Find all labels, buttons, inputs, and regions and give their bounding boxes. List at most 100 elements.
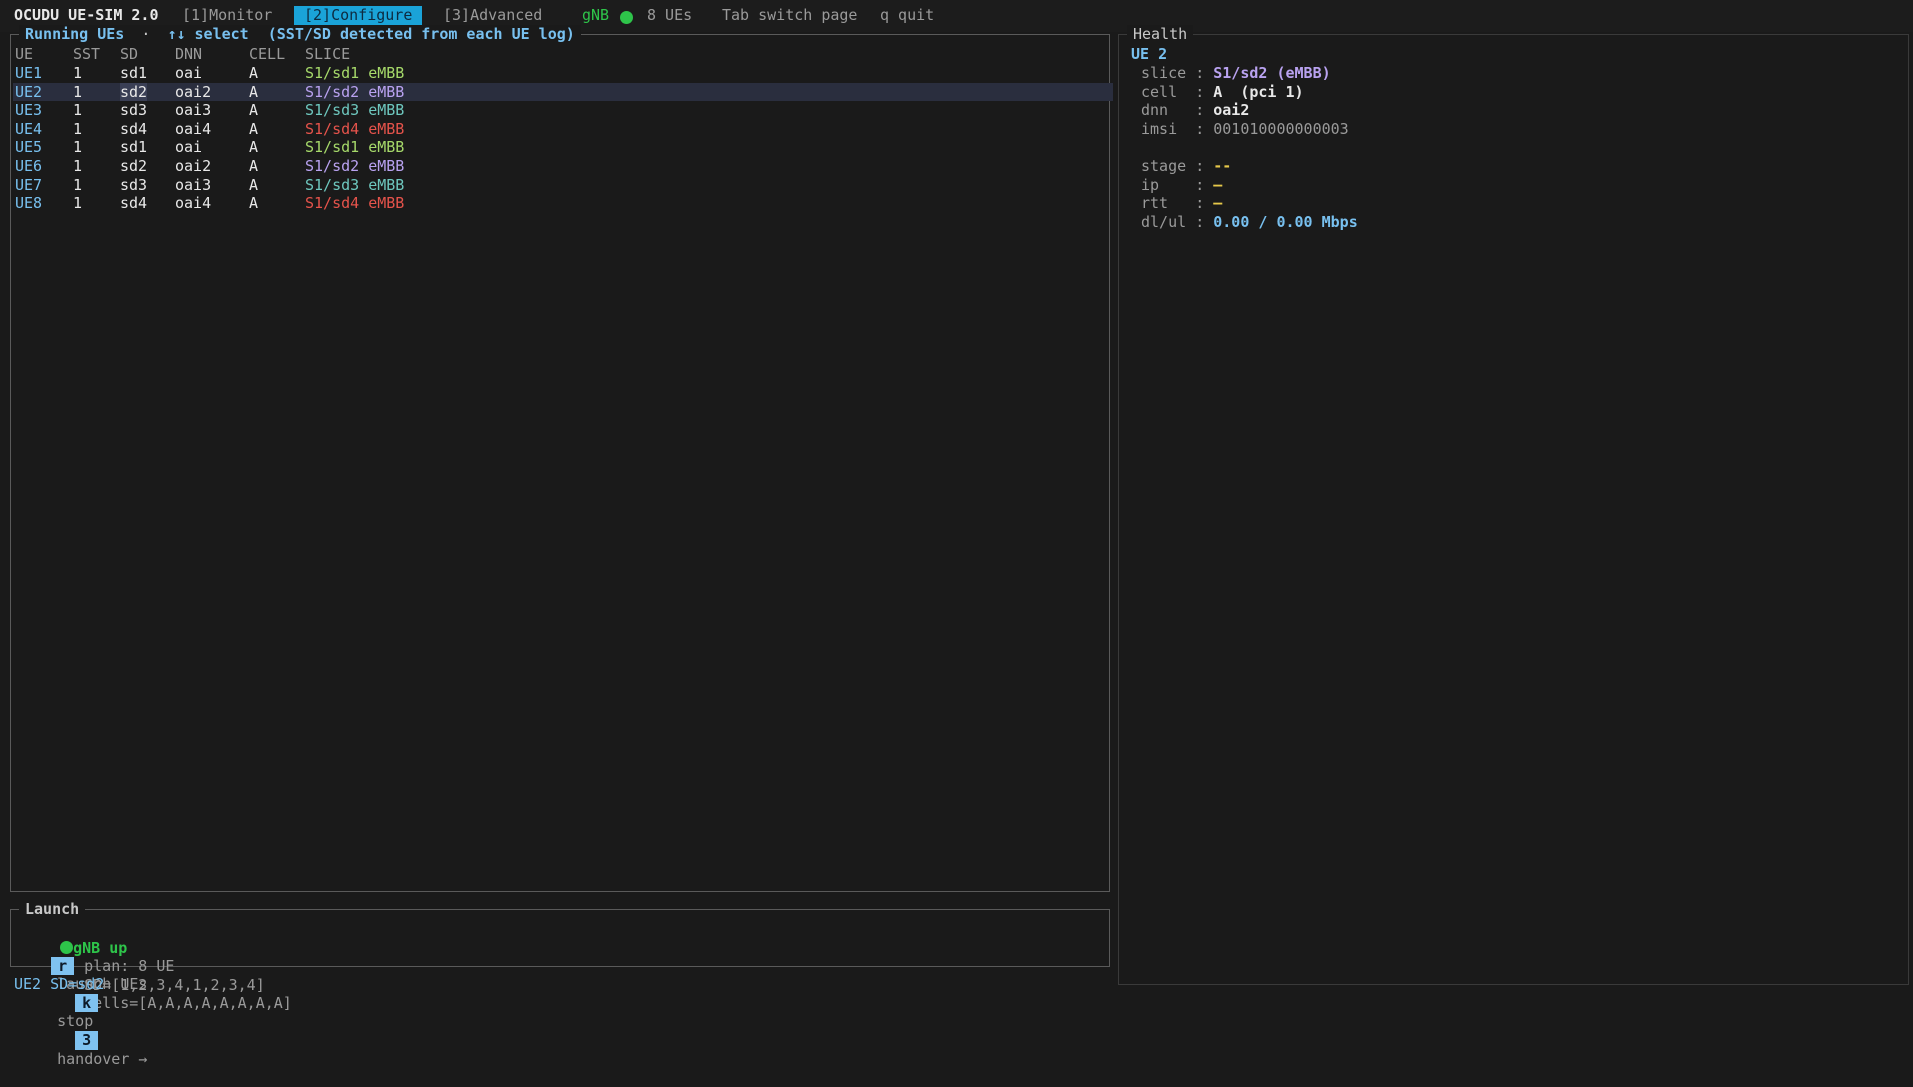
ue-sd: sd3 [120, 101, 148, 120]
field-separator: : [1195, 64, 1214, 82]
health-fields: slice : S1/sd2 (eMBB) cell : A (pci 1) dnn… [1141, 64, 1349, 138]
table-row[interactable]: UE4 1 sd4 oai4 A S1/sd4 eMBB [13, 120, 1113, 139]
ue-cell: A [249, 138, 259, 157]
tab-configure[interactable]: [2]Configure [294, 6, 423, 25]
health-field-value: S1/sd2 (eMBB) [1213, 64, 1331, 82]
ue-sd: sd4 [120, 119, 148, 138]
health-field-label: imsi [1141, 119, 1196, 138]
table-row[interactable]: UE2 1 sd2 oai2 A S1/sd2 eMBB [13, 82, 1113, 102]
col-slice: SLICE [305, 45, 351, 63]
table-row[interactable]: UE1 1 sd1 oai A S1/sd1 eMBB [13, 64, 1113, 83]
ue-dnn: oai [175, 138, 203, 157]
health-fields-runtime: stage : -- ip : — rtt : — dl/ul : 0.00 / 0.… [1141, 157, 1358, 231]
ue-sst: 1 [73, 101, 83, 120]
handover-label: handover → [57, 1049, 148, 1068]
ue-sd: sd3 [120, 175, 148, 194]
ue-cell: A [249, 194, 259, 213]
ue-slice: S1/sd3 eMBB [305, 101, 405, 120]
ue-id: UE6 [15, 157, 43, 175]
ue-slice: S1/sd2 eMBB [305, 157, 405, 175]
col-cell: CELL [249, 45, 286, 63]
launch-title: Launch [19, 900, 86, 919]
tab-advanced[interactable]: [3]Advanced [443, 6, 542, 25]
table-row[interactable]: UE3 1 sd3 oai3 A S1/sd3 eMBB [13, 101, 1113, 120]
health-field-value: — [1213, 194, 1223, 213]
health-ue-title: UE 2 [1131, 45, 1168, 63]
ue-sd: sd4 [120, 194, 148, 213]
ue-cell: A [249, 64, 259, 82]
col-ue: UE [15, 45, 34, 63]
field-separator: : [1195, 101, 1214, 120]
ue-sd: sd1 [120, 64, 148, 82]
health-field-value: -- [1213, 157, 1232, 175]
ue-cell: A [249, 82, 259, 101]
ue-sd: sd1 [120, 138, 148, 157]
health-field-label: cell [1141, 82, 1196, 101]
health-field-label: slice [1141, 64, 1196, 82]
ue-sst: 1 [73, 175, 83, 194]
ue-dnn: oai [175, 64, 203, 82]
stop-key-k-button[interactable]: k [75, 993, 99, 1013]
ue-id: UE2 [15, 82, 43, 101]
launch-key-r-button[interactable]: r [51, 956, 75, 976]
gnb-status-dot-icon [620, 9, 633, 28]
ue-sst: 1 [73, 82, 83, 101]
health-panel: Health UE 2 slice : S1/sd2 (eMBB) cell : … [1118, 25, 1909, 985]
hint-tab-switch: Tab switch page [722, 6, 858, 24]
ue-dnn: oai3 [175, 101, 212, 120]
field-separator: : [1195, 175, 1214, 194]
ue-slice: S1/sd3 eMBB [305, 175, 405, 194]
health-field: stage : -- [1141, 157, 1358, 176]
health-field-value: — [1213, 175, 1223, 194]
ue-dnn: oai4 [175, 119, 212, 138]
ue-slice: S1/sd4 eMBB [305, 194, 405, 213]
launch-panel: Launch gNB up plan: 8 UE SD=[1,2,3,4,1,2… [10, 900, 1110, 1068]
health-field-label: dnn [1141, 101, 1196, 120]
stop-label: stop [57, 1012, 94, 1031]
ue-sst: 1 [73, 157, 83, 175]
table-row[interactable]: UE5 1 sd1 oai A S1/sd1 eMBB [13, 138, 1113, 157]
status-line: UE2 SD=sd2 [14, 975, 105, 993]
ue-sst: 1 [73, 138, 83, 157]
field-separator: : [1195, 157, 1214, 175]
health-field: rtt : — [1141, 194, 1358, 213]
ue-dnn: oai2 [175, 82, 212, 101]
tab-monitor[interactable]: [1]Monitor [182, 6, 272, 25]
ue-id: UE1 [15, 64, 43, 82]
gnb-label: gNB [582, 6, 610, 24]
table-header-row: UE SST SD DNN CELL SLICE [13, 45, 1113, 64]
health-field-value: oai2 [1213, 101, 1250, 120]
ue-id: UE7 [15, 175, 43, 194]
health-field: cell : A (pci 1) [1141, 83, 1349, 102]
ue-id: UE5 [15, 138, 43, 157]
app-title: OCUDU UE-SIM 2.0 [14, 6, 159, 24]
table-row[interactable]: UE8 1 sd4 oai4 A S1/sd4 eMBB [13, 194, 1113, 213]
ue-dnn: oai4 [175, 194, 212, 213]
ue-cell: A [249, 101, 259, 120]
health-field-label: dl/ul [1141, 212, 1196, 231]
health-field-value: 0.00 / 0.00 Mbps [1213, 212, 1358, 231]
col-sd: SD [120, 45, 139, 63]
handover-key-3-button[interactable]: 3 [75, 1030, 99, 1050]
ue-cell: A [249, 175, 259, 194]
health-field: imsi : 001010000000003 [1141, 120, 1349, 139]
col-sst: SST [73, 45, 101, 63]
health-field-value: 001010000000003 [1213, 119, 1349, 138]
ue-sst: 1 [73, 194, 83, 213]
health-field: dl/ul : 0.00 / 0.00 Mbps [1141, 213, 1358, 232]
ue-sd: sd2 [120, 82, 148, 102]
hint-quit: q quit [880, 6, 935, 24]
table-row[interactable]: UE7 1 sd3 oai3 A S1/sd3 eMBB [13, 176, 1113, 195]
ue-count: 8 UEs [647, 6, 693, 24]
launch-keys: r launch UEs k stop 3 handover → [15, 938, 147, 1087]
table-row[interactable]: UE6 1 sd2 oai2 A S1/sd2 eMBB [13, 157, 1113, 176]
health-field-value: A (pci 1) [1213, 82, 1304, 101]
health-title: Health [1127, 25, 1194, 44]
field-separator: : [1195, 119, 1214, 138]
health-field-label: rtt [1141, 194, 1196, 213]
ue-cell: A [249, 119, 259, 138]
ue-id: UE8 [15, 194, 43, 213]
health-field: dnn : oai2 [1141, 101, 1349, 120]
ue-slice: S1/sd1 eMBB [305, 138, 405, 157]
ue-dnn: oai3 [175, 175, 212, 194]
